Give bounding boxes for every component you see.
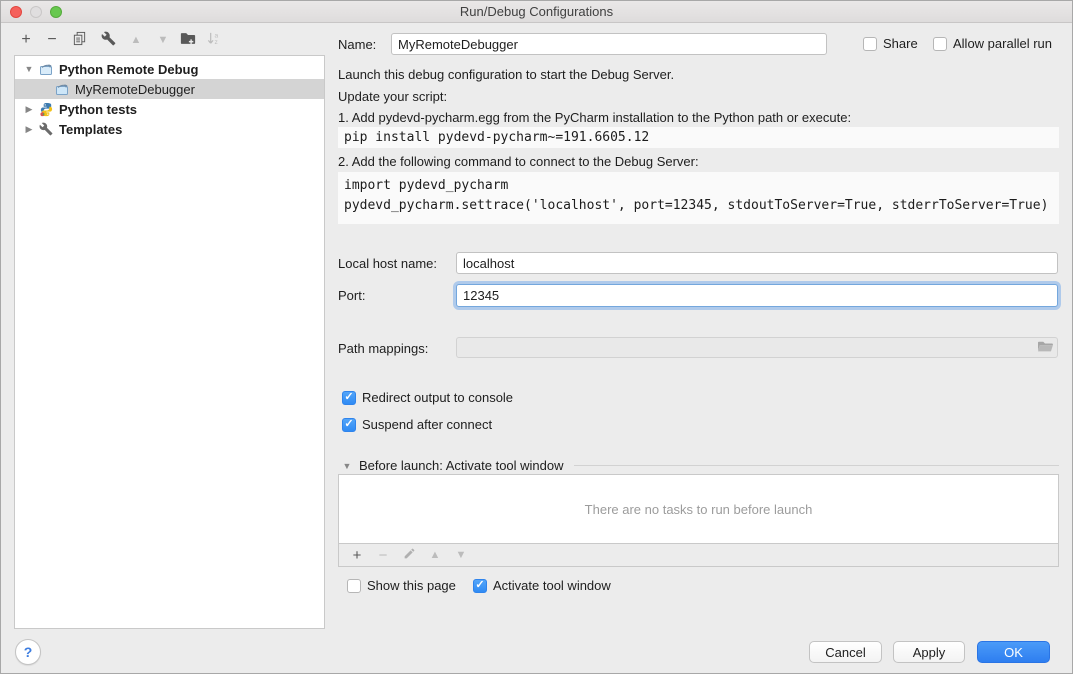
redirect-output-checkbox[interactable]: ✓ [342,391,356,405]
move-task-up-button[interactable]: ▲ [426,546,444,564]
suspend-after-connect-checkbox[interactable]: ✓ [342,418,356,432]
port-input[interactable] [456,284,1058,307]
create-folder-button[interactable] [177,29,199,51]
window-title: Run/Debug Configurations [1,4,1072,19]
pencil-icon [403,547,416,563]
before-launch-toolbar: + − ▲ ▼ [338,544,1059,567]
header-rule [574,465,1059,466]
help-icon: ? [24,644,33,660]
instruction-step-1: 1. Add pydevd-pycharm.egg from the PyCha… [338,110,851,125]
cancel-button[interactable]: Cancel [809,641,882,663]
share-label: Share [883,36,918,51]
tree-item-label: Templates [59,122,122,137]
share-checkbox[interactable] [863,37,877,51]
redirect-output-label: Redirect output to console [362,390,513,405]
local-host-input[interactable] [456,252,1058,274]
code-line-settrace: pydevd_pycharm.settrace('localhost', por… [344,196,1059,216]
plus-icon: + [21,32,30,48]
copy-icon [72,31,87,49]
suspend-after-connect-checkbox-group[interactable]: ✓ Suspend after connect [342,417,492,432]
edit-templates-button[interactable] [97,29,119,51]
name-label: Name: [338,37,376,52]
before-launch-task-list[interactable]: There are no tasks to run before launch [338,474,1059,544]
local-host-label: Local host name: [338,256,437,271]
svg-text:z: z [214,39,217,46]
move-task-down-button[interactable]: ▼ [452,546,470,564]
code-line-import: import pydevd_pycharm [344,176,1059,196]
move-up-icon: ▲ [430,550,441,561]
move-down-icon: ▼ [456,550,467,561]
tree-item-templates[interactable]: ▶ Templates [15,119,324,139]
new-folder-icon [180,31,196,49]
chevron-down-icon[interactable]: ▼ [23,64,35,74]
apply-button[interactable]: Apply [893,641,965,663]
name-input[interactable] [391,33,827,55]
chevron-right-icon[interactable]: ▶ [23,104,35,115]
check-icon: ✓ [344,392,353,403]
pip-install-code: pip install pydevd-pycharm~=191.6605.12 [338,127,1059,148]
before-launch-header[interactable]: ▼ Before launch: Activate tool window [341,458,1059,473]
tree-item-myremotedebugger[interactable]: MyRemoteDebugger [15,79,324,99]
minus-icon: − [379,548,388,563]
copy-configuration-button[interactable] [68,29,90,51]
run-config-icon [55,82,71,96]
suspend-after-connect-label: Suspend after connect [362,417,492,432]
move-up-button[interactable]: ▲ [125,29,147,51]
show-this-page-checkbox[interactable] [347,579,361,593]
ok-button[interactable]: OK [977,641,1050,663]
show-this-page-checkbox-group[interactable]: Show this page [347,578,456,593]
configurations-tree: ▼ Python Remote Debug MyRemoteDebugger ▶… [14,55,325,629]
run-config-icon [39,62,55,76]
check-icon: ✓ [344,419,353,430]
wrench-icon [39,122,55,136]
configurations-toolbar: + − ▲ ▼ az [1,29,331,55]
python-tests-icon [39,102,55,116]
show-this-page-label: Show this page [367,578,456,593]
browse-folder-icon[interactable] [1037,340,1053,357]
plus-icon: + [353,548,362,563]
tree-item-label: MyRemoteDebugger [75,82,195,97]
move-down-button[interactable]: ▼ [152,29,174,51]
allow-parallel-run-checkbox[interactable] [933,37,947,51]
path-mappings-label: Path mappings: [338,341,428,356]
before-launch-title: Before launch: Activate tool window [359,458,564,473]
settrace-code-block: import pydevd_pycharm pydevd_pycharm.set… [338,172,1059,224]
tree-item-python-remote-debug[interactable]: ▼ Python Remote Debug [15,59,324,79]
path-mappings-input[interactable] [456,337,1058,358]
add-task-button[interactable]: + [348,546,366,564]
instruction-line-2: Update your script: [338,89,447,104]
activate-tool-window-checkbox[interactable]: ✓ [473,579,487,593]
activate-tool-window-checkbox-group[interactable]: ✓ Activate tool window [473,578,611,593]
minus-icon: − [47,32,56,48]
remove-task-button[interactable]: − [374,546,392,564]
help-button[interactable]: ? [15,639,41,665]
chevron-down-icon[interactable]: ▼ [341,461,353,471]
add-configuration-button[interactable]: + [15,29,37,51]
check-icon: ✓ [475,580,484,591]
instruction-line-1: Launch this debug configuration to start… [338,67,674,82]
move-up-icon: ▲ [131,35,142,46]
share-checkbox-group[interactable]: Share [863,36,918,51]
sort-alphabetically-button[interactable]: az [202,29,224,51]
redirect-output-checkbox-group[interactable]: ✓ Redirect output to console [342,390,513,405]
tree-item-python-tests[interactable]: ▶ Python tests [15,99,324,119]
remove-configuration-button[interactable]: − [41,29,63,51]
run-debug-configurations-dialog: Run/Debug Configurations + − ▲ ▼ az ▼ Py… [0,0,1073,674]
sort-az-icon: az [206,31,221,49]
tree-item-label: Python Remote Debug [59,62,198,77]
move-down-icon: ▼ [158,35,169,46]
edit-task-button[interactable] [400,546,418,564]
allow-parallel-run-label: Allow parallel run [953,36,1052,51]
port-label: Port: [338,288,365,303]
empty-tasks-text: There are no tasks to run before launch [585,502,813,517]
allow-parallel-checkbox-group[interactable]: Allow parallel run [933,36,1052,51]
wrench-icon [101,31,116,49]
activate-tool-window-label: Activate tool window [493,578,611,593]
tree-item-label: Python tests [59,102,137,117]
chevron-right-icon[interactable]: ▶ [23,124,35,135]
instruction-step-2: 2. Add the following command to connect … [338,154,699,169]
titlebar: Run/Debug Configurations [1,1,1072,23]
